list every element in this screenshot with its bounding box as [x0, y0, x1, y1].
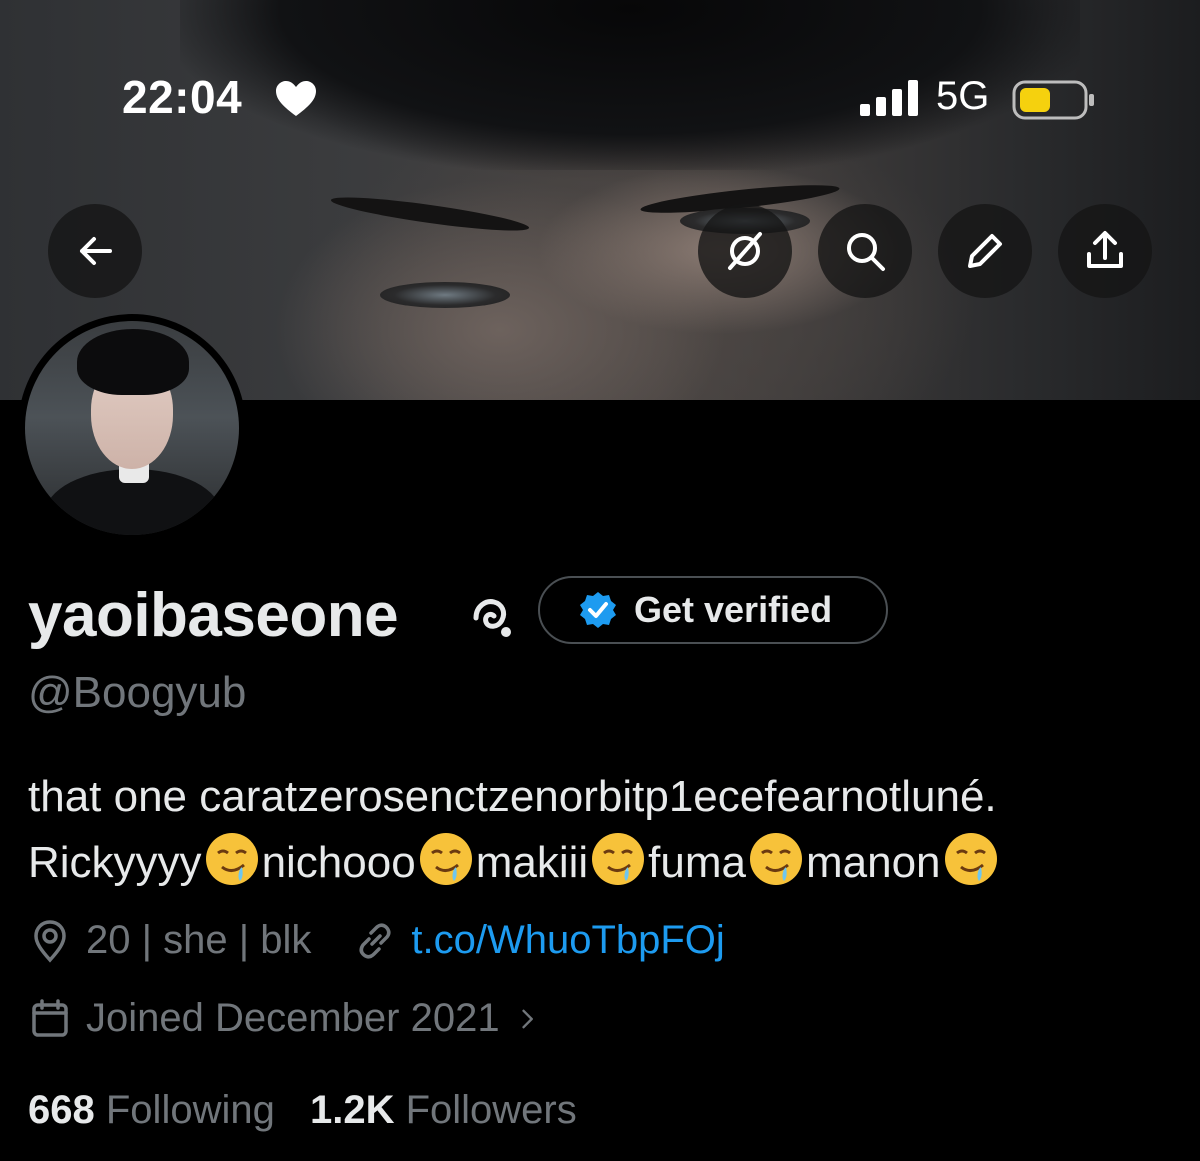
user-handle: @Boogyub: [28, 668, 247, 717]
edit-button[interactable]: [938, 204, 1032, 298]
drooling-face-emoji-icon: [205, 833, 258, 885]
share-button[interactable]: [1058, 204, 1152, 298]
chevron-right-icon: [521, 1009, 533, 1028]
pencil-icon: [968, 234, 1002, 268]
status-time: 22:04: [122, 71, 243, 123]
calendar-icon: [32, 998, 68, 1037]
bio-word: Rickyyyy: [28, 838, 202, 887]
bio-line-2: Rickyyyy nichooo makiii fuma manon: [28, 830, 1188, 896]
grok-button[interactable]: [698, 204, 792, 298]
followers-count: 1.2K: [309, 1088, 395, 1132]
share-icon: [1087, 231, 1123, 268]
name-symbol-icon: [473, 599, 511, 637]
link-icon: [359, 923, 391, 958]
drooling-face-emoji-icon: [944, 833, 997, 885]
grok-icon: [728, 232, 762, 270]
followers-label: Followers: [405, 1088, 577, 1132]
drooling-face-emoji-icon: [592, 833, 645, 885]
following-count: 668: [28, 1088, 95, 1132]
bio-word: nichooo: [261, 838, 416, 887]
following-link[interactable]: 668 Following: [28, 1088, 275, 1132]
bio-word: manon: [805, 838, 941, 887]
followers-link[interactable]: 1.2K Followers: [310, 1088, 577, 1132]
bio: that one caratzerosenctzenorbitp1ecefear…: [28, 764, 1188, 896]
get-verified-label: Get verified: [634, 589, 833, 630]
avatar-image: [25, 321, 239, 535]
heart-icon: [276, 81, 316, 116]
following-label: Following: [105, 1088, 275, 1132]
search-button[interactable]: [818, 204, 912, 298]
display-name: yaoibaseone: [28, 581, 399, 650]
network-label: 5G: [936, 74, 990, 118]
search-icon: [847, 233, 885, 271]
bio-word: fuma: [648, 838, 746, 887]
location-text: 20 | she | blk: [86, 918, 312, 962]
arrow-left-icon: [80, 237, 112, 265]
back-button[interactable]: [48, 204, 142, 298]
joined-row[interactable]: Joined December 2021: [28, 996, 558, 1041]
location-row: 20 | she | blk t.co/WhuoTbpFOj: [28, 918, 725, 963]
drooling-face-emoji-icon: [749, 833, 802, 885]
drooling-face-emoji-icon: [419, 833, 472, 885]
location-pin-icon: [34, 919, 66, 963]
bio-word: makiii: [475, 838, 589, 887]
signal-icon: [860, 80, 918, 116]
follow-stats: 668 Following 1.2K Followers: [28, 1088, 577, 1133]
bio-line-1: that one caratzerosenctzenorbitp1ecefear…: [28, 772, 997, 821]
website-link[interactable]: t.co/WhuoTbpFOj: [411, 918, 724, 963]
battery-icon: [1012, 80, 1094, 120]
get-verified-button[interactable]: Get verified: [538, 576, 888, 644]
banner-eye: [380, 282, 510, 308]
verified-badge-icon: [580, 592, 616, 628]
avatar[interactable]: [18, 314, 246, 542]
joined-text: Joined December 2021: [86, 996, 500, 1040]
banner-brow: [329, 191, 531, 237]
